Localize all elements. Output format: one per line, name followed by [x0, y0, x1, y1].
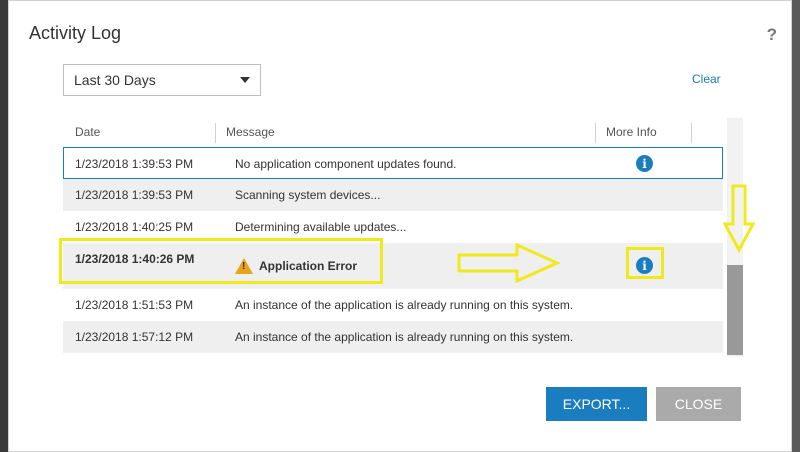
- highlight-box-error-row: [59, 238, 383, 284]
- column-header-message[interactable]: Message: [226, 125, 275, 139]
- date-range-select[interactable]: Last 30 Days: [63, 64, 261, 96]
- row-date: 1/23/2018 1:57:12 PM: [75, 330, 194, 344]
- arrow-right-annotation: [457, 243, 561, 283]
- table-header: Date Message More Info: [63, 118, 723, 147]
- column-divider: [215, 123, 216, 143]
- row-date: 1/23/2018 1:51:53 PM: [75, 298, 194, 312]
- row-message: Scanning system devices...: [235, 188, 381, 202]
- table-row[interactable]: 1/23/2018 1:39:53 PM Scanning system dev…: [63, 179, 723, 211]
- column-header-more-info[interactable]: More Info: [606, 125, 657, 139]
- table-row[interactable]: 1/23/2018 1:57:12 PM An instance of the …: [63, 321, 723, 353]
- info-icon[interactable]: i: [636, 155, 653, 172]
- row-date: 1/23/2018 1:39:53 PM: [75, 188, 194, 202]
- table-row[interactable]: 1/23/2018 1:39:53 PM No application comp…: [63, 147, 723, 179]
- clear-link[interactable]: Clear: [692, 72, 721, 86]
- close-button[interactable]: CLOSE: [656, 387, 741, 421]
- row-message: An instance of the application is alread…: [235, 330, 574, 344]
- row-date: 1/23/2018 1:40:25 PM: [75, 220, 194, 234]
- date-range-value: Last 30 Days: [74, 72, 156, 88]
- table-row[interactable]: 1/23/2018 1:51:53 PM An instance of the …: [63, 289, 723, 321]
- column-header-date[interactable]: Date: [75, 125, 100, 139]
- row-message: Determining available updates...: [235, 220, 407, 234]
- help-icon[interactable]: ?: [767, 25, 777, 45]
- column-divider: [595, 123, 596, 143]
- row-date: 1/23/2018 1:39:53 PM: [75, 157, 194, 171]
- export-button[interactable]: EXPORT...: [546, 387, 647, 421]
- dialog-title: Activity Log: [29, 23, 122, 43]
- activity-table: Date Message More Info 1/23/2018 1:39:53…: [63, 118, 723, 353]
- chevron-down-icon: [240, 77, 250, 83]
- column-divider: [691, 123, 692, 143]
- row-message: An instance of the application is alread…: [235, 298, 574, 312]
- highlight-box-info-icon: [626, 247, 664, 279]
- activity-log-dialog: Activity Log ? Last 30 Days Clear Date M…: [8, 0, 792, 452]
- arrow-down-annotation: [723, 184, 755, 254]
- scrollbar-thumb[interactable]: [727, 265, 743, 355]
- row-message: No application component updates found.: [235, 157, 457, 171]
